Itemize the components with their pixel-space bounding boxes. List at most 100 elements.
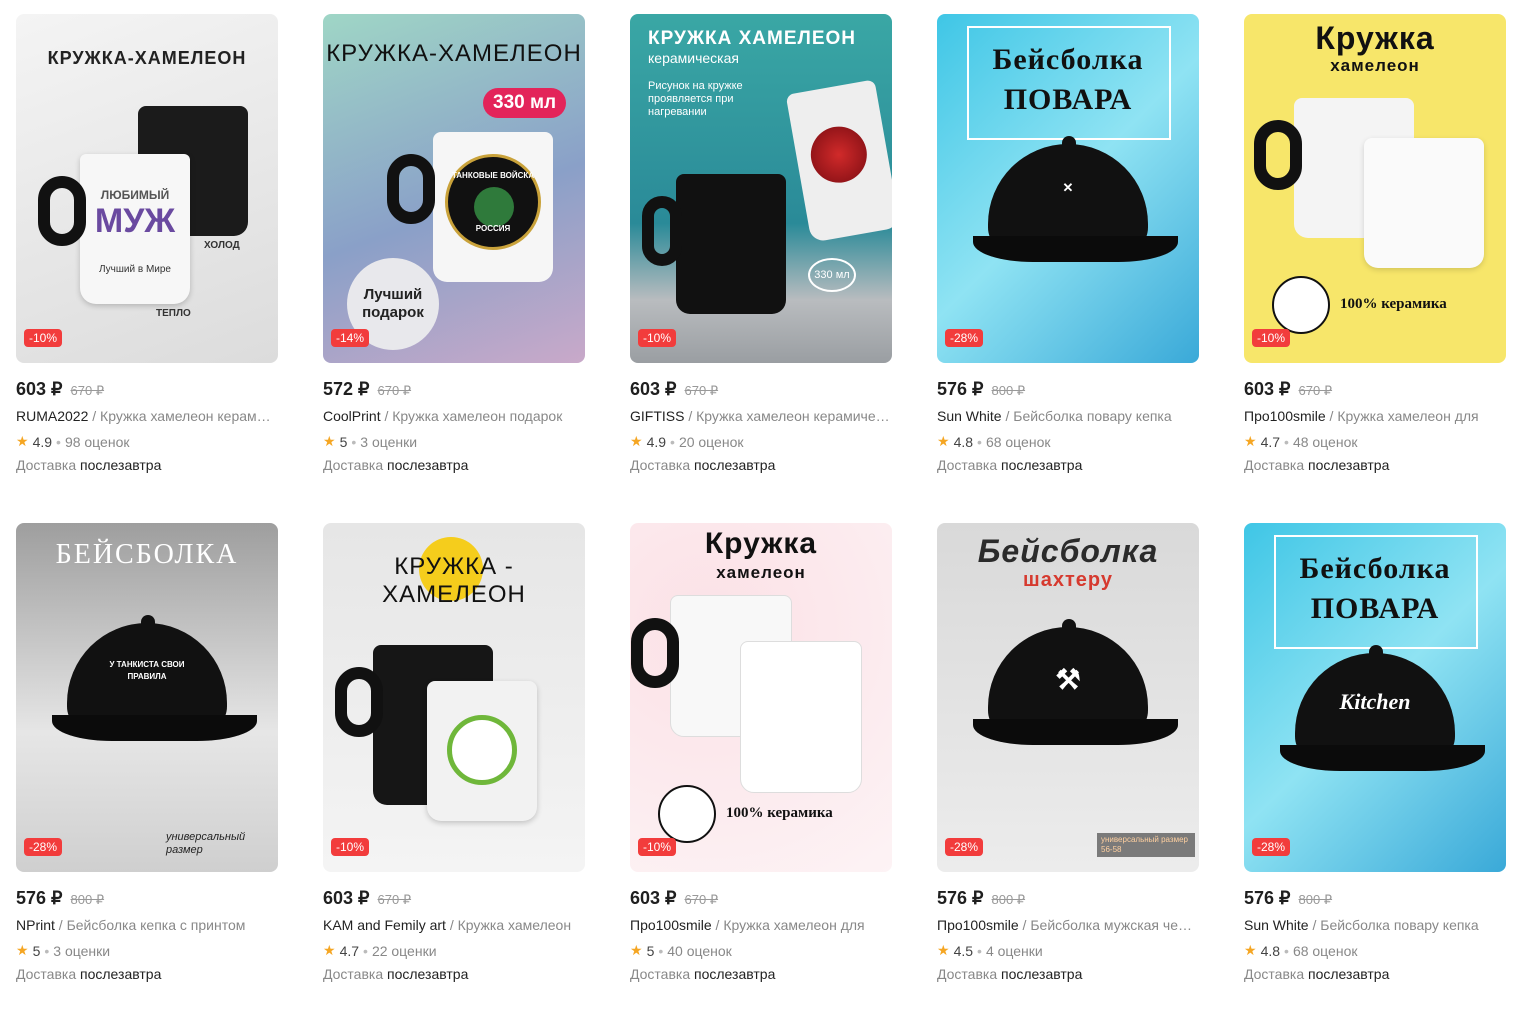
product-image[interactable]: БЕЙСБОЛКА У ТАНКИСТА СВОИ ПРАВИЛА универ… [16, 523, 278, 872]
star-icon: ★ [1244, 942, 1257, 958]
product-card[interactable]: Бейсболка шахтеру ⚒ универсальный размер… [937, 523, 1199, 982]
product-card[interactable]: КРУЖКА ХАМЕЛЕОН керамическая Рисунок на … [630, 14, 892, 523]
brand-name: Про100smile [1244, 408, 1326, 424]
mug-shape-2 [740, 641, 862, 793]
brand-name: Sun White [937, 408, 1002, 424]
image-headline: Бейсболка ПОВАРА [992, 43, 1144, 116]
product-card[interactable]: БЕЙСБОЛКА У ТАНКИСТА СВОИ ПРАВИЛА универ… [16, 523, 278, 982]
discount-badge: -28% [945, 329, 984, 347]
delivery-info: Доставка послезавтра [323, 457, 585, 473]
product-title[interactable]: KAM and Femily art / Кружка хамелеон [323, 916, 585, 934]
discount-badge: -10% [331, 838, 370, 856]
product-title[interactable]: NPrint / Бейсболка кепка с принтом [16, 916, 278, 934]
product-image[interactable]: Кружка хамелеон 100% керамика -10% [630, 523, 892, 872]
current-price: 603 ₽ [630, 379, 677, 399]
product-card[interactable]: Бейсболка ПОВАРА ✕ -28% 576 ₽ 800 ₽ Sun … [937, 14, 1199, 523]
old-price: 670 ₽ [377, 892, 412, 907]
ceramic-label: 100% керамика [726, 805, 833, 821]
product-card[interactable]: Кружка хамелеон 100% керамика -10% 603 ₽… [630, 523, 892, 982]
review-count: 98 оценок [64, 433, 130, 450]
product-title[interactable]: Sun White / Бейсболка повару кепка [937, 407, 1199, 425]
star-icon: ★ [323, 942, 336, 958]
product-name: / Кружка хамелеон керамическая [684, 408, 892, 424]
old-price: 800 ₽ [1298, 892, 1333, 907]
delivery-label: Доставка [937, 966, 998, 982]
product-title[interactable]: Про100smile / Кружка хамелеон для [1244, 407, 1506, 425]
price-row: 576 ₽ 800 ₽ [16, 888, 278, 910]
delivery-label: Доставка [937, 457, 998, 473]
image-headline: Кружка [704, 527, 818, 560]
rating-row: ★ 5 • 3 оценки [16, 942, 111, 959]
rating-value: 4.8 [953, 433, 974, 450]
cold-label: ХОЛОД [204, 240, 240, 251]
review-count: 3 оценки [360, 433, 418, 450]
product-card[interactable]: Кружка хамелеон 100% керамика -10% 603 ₽… [1244, 14, 1506, 523]
brand-name: KAM and Femily art [323, 917, 446, 933]
star-icon: ★ [323, 433, 336, 449]
star-icon: ★ [16, 942, 29, 958]
product-name: / Кружка хамелеон подарок [380, 408, 563, 424]
product-image[interactable]: Бейсболка ПОВАРА Kitchen -28% [1244, 523, 1506, 872]
brand-name: NPrint [16, 917, 55, 933]
product-title[interactable]: Про100smile / Бейсболка мужская черная [937, 916, 1199, 934]
volume-label: 330 мл [808, 258, 856, 292]
review-count: 20 оценок [678, 433, 744, 450]
product-card[interactable]: Бейсболка ПОВАРА Kitchen -28% 576 ₽ 800 … [1244, 523, 1506, 982]
product-card[interactable]: КРУЖКА - ХАМЕЛЕОН -10% 603 ₽ 670 ₽ KAM a… [323, 523, 585, 982]
product-image[interactable]: Бейсболка шахтеру ⚒ универсальный размер… [937, 523, 1199, 872]
rating-value: 4.9 [646, 433, 667, 450]
discount-badge: -28% [945, 838, 984, 856]
ceramic-icon [658, 785, 716, 843]
cap-print: У ТАНКИСТА СВОИ ПРАВИЛА [109, 660, 185, 681]
price-row: 576 ₽ 800 ₽ [937, 379, 1199, 401]
delivery-info: Доставка послезавтра [937, 457, 1199, 473]
delivery-date: послезавтра [387, 457, 469, 473]
image-headline: Кружка [1315, 20, 1435, 56]
old-price: 800 ₽ [991, 383, 1026, 398]
product-grid: КРУЖКА-ХАМЕЛЕОН ЛЮБИМЫЙ МУЖ Лучший в Мир… [16, 14, 1506, 982]
review-count: 68 оценок [985, 433, 1051, 450]
product-card[interactable]: КРУЖКА-ХАМЕЛЕОН 330 мл ТАНКОВЫЕ ВОЙСКА Р… [323, 14, 585, 523]
emblem-text-top: ТАНКОВЫЕ ВОЙСКА [451, 171, 535, 180]
product-title[interactable]: Про100smile / Кружка хамелеон для [630, 916, 892, 934]
product-image[interactable]: КРУЖКА-ХАМЕЛЕОН 330 мл ТАНКОВЫЕ ВОЙСКА Р… [323, 14, 585, 363]
current-price: 572 ₽ [323, 379, 370, 399]
current-price: 603 ₽ [16, 379, 63, 399]
delivery-date: послезавтра [80, 966, 162, 982]
current-price: 576 ₽ [937, 888, 984, 908]
product-image[interactable]: КРУЖКА ХАМЕЛЕОН керамическая Рисунок на … [630, 14, 892, 363]
product-image[interactable]: Кружка хамелеон 100% керамика -10% [1244, 14, 1506, 363]
product-title[interactable]: RUMA2022 / Кружка хамелеон керамическая [16, 407, 278, 425]
size-label: универсальный размер [166, 831, 246, 856]
mug-print-line1: ЛЮБИМЫЙ [100, 188, 170, 202]
rating-row: ★ 5 • 40 оценок [630, 942, 732, 959]
current-price: 576 ₽ [937, 379, 984, 399]
star-icon: ★ [937, 433, 950, 449]
discount-badge: -10% [1252, 329, 1291, 347]
star-icon: ★ [937, 942, 950, 958]
image-headline: КРУЖКА-ХАМЕЛЕОН [326, 40, 582, 67]
product-title[interactable]: Sun White / Бейсболка повару кепка [1244, 916, 1506, 934]
rating-value: 4.7 [339, 942, 360, 959]
rating-row: ★ 4.7 • 48 оценок [1244, 433, 1358, 450]
delivery-date: послезавтра [694, 966, 776, 982]
emblem-text-bottom: РОССИЯ [475, 224, 511, 233]
discount-badge: -14% [331, 329, 370, 347]
delivery-info: Доставка послезавтра [630, 966, 892, 982]
product-title[interactable]: CoolPrint / Кружка хамелеон подарок [323, 407, 585, 425]
rose-icon [806, 122, 872, 188]
product-image[interactable]: Бейсболка ПОВАРА ✕ -28% [937, 14, 1199, 363]
ceramic-icon [1272, 276, 1330, 334]
product-image[interactable]: КРУЖКА - ХАМЕЛЕОН -10% [323, 523, 585, 872]
star-icon: ★ [630, 433, 643, 449]
review-count: 3 оценки [53, 942, 111, 959]
price-row: 603 ₽ 670 ₽ [323, 888, 585, 910]
price-row: 576 ₽ 800 ₽ [1244, 888, 1506, 910]
product-image[interactable]: КРУЖКА-ХАМЕЛЕОН ЛЮБИМЫЙ МУЖ Лучший в Мир… [16, 14, 278, 363]
delivery-label: Доставка [323, 457, 384, 473]
delivery-info: Доставка послезавтра [630, 457, 892, 473]
product-card[interactable]: КРУЖКА-ХАМЕЛЕОН ЛЮБИМЫЙ МУЖ Лучший в Мир… [16, 14, 278, 523]
review-count: 4 оценки [985, 942, 1043, 959]
delivery-info: Доставка послезавтра [1244, 457, 1506, 473]
product-title[interactable]: GIFTISS / Кружка хамелеон керамическая [630, 407, 892, 425]
